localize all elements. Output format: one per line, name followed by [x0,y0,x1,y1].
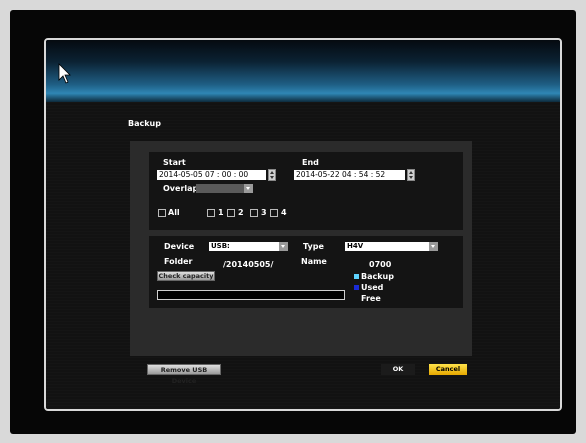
used-swatch [354,285,359,290]
type-label: Type [303,242,324,251]
window-header [46,40,560,102]
name-label: Name [301,257,327,266]
check-capacity-button[interactable]: Check capacity [157,271,215,281]
capacity-progress-bar [157,290,345,300]
overlap-label: Overlap [163,184,199,193]
device-label: Device [164,242,195,251]
channel-1-label: 1 [218,208,224,217]
channel-all-checkbox[interactable] [158,209,166,217]
mouse-pointer-icon [58,63,71,84]
folder-label: Folder [164,257,193,266]
channel-3-checkbox[interactable] [250,209,258,217]
channel-all-label: All [168,208,180,217]
backup-swatch [354,274,359,279]
legend-free: Free [361,294,381,303]
channel-2-label: 2 [238,208,244,217]
type-select[interactable]: H4V [345,242,438,251]
channel-3-label: 3 [261,208,267,217]
start-datetime-spinner[interactable] [268,169,276,181]
overlap-select[interactable] [196,184,253,193]
end-label: End [302,158,319,167]
legend-used: Used [354,283,383,292]
channel-1-checkbox[interactable] [207,209,215,217]
type-select-value: H4V [347,242,364,250]
legend-used-label: Used [361,283,384,292]
chevron-down-icon [244,184,253,193]
device-select-value: USB: [211,242,230,250]
chevron-down-icon [429,242,438,251]
dialog-title: Backup [128,119,161,128]
folder-value: /20140505/ [223,260,274,269]
start-datetime-field[interactable]: 2014-05-05 07 : 00 : 00 [157,170,266,180]
start-label: Start [163,158,186,167]
chevron-down-icon [279,242,288,251]
channel-4-checkbox[interactable] [270,209,278,217]
ok-button[interactable]: OK [381,364,415,375]
legend-backup: Backup [354,272,394,281]
end-datetime-field[interactable]: 2014-05-22 04 : 54 : 52 [294,170,405,180]
channel-2-checkbox[interactable] [227,209,235,217]
remove-usb-device-button[interactable]: Remove USB Device [147,364,221,385]
channel-4-label: 4 [281,208,287,217]
end-datetime-spinner[interactable] [407,169,415,181]
legend-free-label: Free [361,294,381,303]
device-select[interactable]: USB: [209,242,288,251]
legend-backup-label: Backup [361,272,394,281]
name-value: 0700 [369,260,392,269]
cancel-button[interactable]: Cancel [429,364,467,375]
